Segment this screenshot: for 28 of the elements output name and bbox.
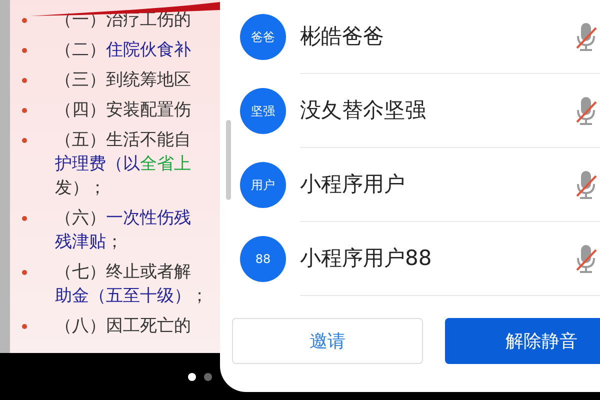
slide-text: （五）生活不能自 — [55, 129, 191, 152]
avatar: 用户 — [240, 162, 286, 208]
slide-text: （七）终止或者解 — [55, 261, 191, 284]
muted-mic-icon[interactable] — [574, 244, 598, 274]
slide-text: 残津贴； — [55, 231, 123, 254]
avatar: 爸爸 — [240, 14, 286, 60]
slide-text: （八）因工死亡的 — [55, 315, 191, 338]
participant-name: 小程序用户 — [300, 170, 406, 198]
slide-text: （二）住院伙食补 — [55, 39, 191, 62]
slide-text: 发）； — [55, 177, 106, 200]
slide-text: （六）一次性伤残 — [55, 207, 191, 230]
participant-name: 没夂替尒坚强 — [300, 96, 427, 124]
participant-name: 彬皓爸爸 — [300, 22, 385, 50]
slide-text: 助金（五至十级）； — [55, 285, 208, 308]
muted-mic-icon[interactable] — [574, 96, 598, 126]
slide-text: （四）安装配置伤 — [55, 99, 191, 122]
invite-button[interactable]: 邀请 — [232, 318, 424, 364]
scrollbar[interactable] — [226, 120, 231, 200]
muted-mic-icon[interactable] — [574, 22, 598, 52]
slide-text: （三）到统筹地区 — [55, 69, 191, 92]
muted-mic-icon[interactable] — [574, 170, 598, 200]
unmute-button[interactable]: 解除静音 — [445, 318, 600, 364]
avatar: 88 — [240, 236, 286, 282]
participant-name: 小程序用户88 — [300, 244, 433, 272]
slide-text: 护理费（以全省上 — [55, 153, 191, 176]
avatar: 坚强 — [240, 88, 286, 134]
page-dot[interactable] — [204, 372, 212, 380]
page-dot[interactable] — [188, 372, 196, 380]
